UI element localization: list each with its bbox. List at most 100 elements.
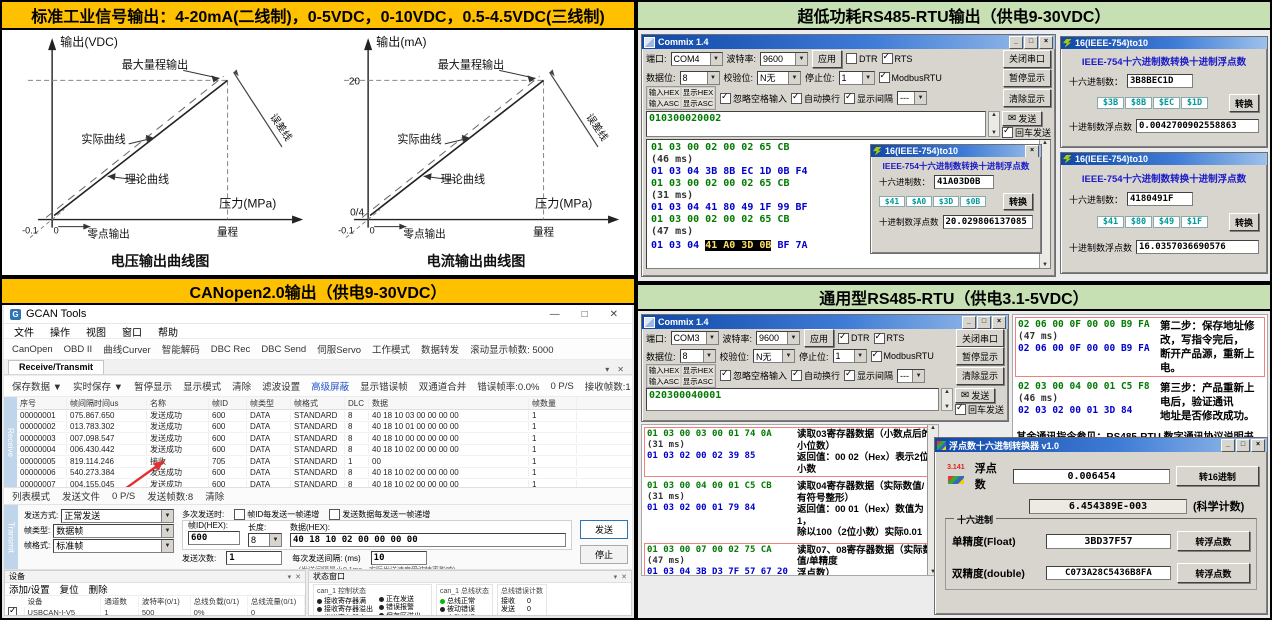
toolbar-button[interactable]: 工作模式 — [372, 342, 410, 356]
dec-output[interactable]: 0.0042700902558863 — [1136, 119, 1259, 133]
chevron-down-icon[interactable]: ▼ — [795, 53, 807, 65]
double-precision-input[interactable]: C073A28C5436B8FA — [1046, 566, 1171, 580]
apply-button[interactable]: 应用 — [804, 329, 834, 347]
transmit-send-button[interactable]: 发送 — [580, 520, 628, 539]
single-to-float-button[interactable]: 转浮点数 — [1177, 531, 1250, 551]
col-header[interactable]: 帧类型 — [247, 398, 291, 409]
minimize-button[interactable]: _ — [962, 316, 976, 329]
col-header[interactable]: DLC — [345, 399, 369, 408]
ignore-space-checkbox[interactable]: 忽略空格输入 — [720, 92, 787, 105]
input-scrollbar[interactable]: ▲▼ — [941, 388, 953, 411]
to-hex-button[interactable]: 转16进制 — [1176, 466, 1259, 486]
databits-select[interactable]: 8▼ — [680, 71, 720, 85]
minimize-button[interactable]: _ — [1009, 36, 1023, 49]
close-button[interactable]: × — [1251, 439, 1265, 452]
checkbox-icon[interactable] — [720, 370, 731, 381]
chevron-down-icon[interactable]: ▼ — [707, 72, 719, 84]
scroll-down-icon[interactable]: ▼ — [944, 404, 950, 410]
gcan-titlebar[interactable]: G GCAN Tools — □ ✕ — [4, 305, 632, 324]
toolbar-button[interactable]: 实时保存 ▼ — [73, 379, 123, 393]
port-select[interactable]: COM4▼ — [671, 52, 723, 66]
toolbar-button[interactable]: OBD II — [64, 344, 93, 355]
close-button[interactable]: ✕ — [610, 309, 618, 320]
send-mode-select[interactable]: 正常发送▼ — [61, 509, 174, 523]
table-row[interactable]: 00000004 006.430.442 发送成功 600 DATA STAND… — [17, 445, 632, 457]
chevron-down-icon[interactable]: ▼ — [161, 510, 173, 522]
col-header[interactable]: 名称 — [147, 398, 209, 409]
hex-input[interactable]: 41A03D0B — [934, 175, 994, 189]
dtr-checkbox[interactable]: DTR — [846, 53, 878, 64]
checkbox-icon[interactable] — [791, 370, 802, 381]
minimize-button[interactable]: — — [550, 309, 560, 320]
toolbar-button[interactable]: 删除 — [89, 582, 108, 596]
commix-titlebar[interactable]: Commix 1.4 _ □ × — [642, 35, 1055, 49]
converter-titlebar[interactable]: 浮点数十六进制转换器 v1.0 _ □ × — [935, 438, 1267, 452]
transmit-side-tab[interactable]: Transmit — [4, 505, 18, 569]
interval-input[interactable]: 10 — [371, 551, 427, 565]
toolbar-button[interactable]: 添加/设置 — [9, 582, 50, 596]
converter-titlebar[interactable]: 16(IEEE-754)to10 — [1061, 153, 1267, 165]
dec-output[interactable]: 16.0357036690576 — [1136, 240, 1259, 254]
toolbar-button[interactable]: 发送文件 — [62, 489, 100, 503]
col-header[interactable]: 帧ID — [209, 398, 247, 409]
checkbox-icon[interactable] — [329, 509, 340, 520]
history-combo[interactable]: ---▼ — [897, 91, 927, 105]
tab-close-icon[interactable]: ✕ — [617, 365, 624, 374]
chevron-down-icon[interactable]: ▼ — [862, 72, 874, 84]
tab-show-asc[interactable]: 显示ASC — [681, 376, 715, 387]
pause-display-button[interactable]: 暂停显示 — [956, 347, 1004, 365]
checkbox-icon[interactable] — [846, 53, 857, 64]
col-header[interactable]: 帧格式 — [291, 398, 345, 409]
parity-select[interactable]: N无▼ — [757, 71, 801, 85]
parity-select[interactable]: N无▼ — [753, 349, 795, 363]
cr-send-checkbox[interactable]: 回车发送 — [955, 403, 1004, 416]
maximize-button[interactable]: □ — [1236, 439, 1250, 452]
hex-asc-tabs[interactable]: 输入HEX 显示HEX 输入ASC 显示ASC — [646, 86, 716, 110]
stopbits-select[interactable]: 1▼ — [839, 71, 875, 85]
toolbar-button[interactable]: 数据转发 — [421, 342, 459, 356]
show-gap-checkbox[interactable]: 显示间隔 — [844, 92, 893, 105]
table-row[interactable]: 00000005 819.114.246 接收 705 DATA STANDAR… — [17, 456, 632, 468]
chevron-down-icon[interactable]: ▼ — [914, 92, 926, 104]
databits-select[interactable]: 8▼ — [680, 349, 716, 363]
checkbox-icon[interactable] — [1002, 127, 1013, 138]
tab-input-hex[interactable]: 输入HEX — [647, 87, 681, 98]
toolbar-button[interactable]: 清除 — [232, 379, 251, 393]
checkbox-icon[interactable] — [838, 333, 849, 344]
close-icon[interactable]: ✕ — [621, 573, 627, 581]
menu-item[interactable]: 文件 — [14, 324, 34, 339]
checkbox-icon[interactable] — [844, 93, 855, 104]
checkbox-icon[interactable] — [234, 509, 245, 520]
menu-item[interactable]: 帮助 — [158, 324, 178, 339]
tab-input-asc[interactable]: 输入ASC — [647, 376, 681, 387]
close-button[interactable]: × — [1039, 36, 1053, 49]
toolbar-button[interactable]: 智能解码 — [162, 342, 200, 356]
toolbar-button[interactable]: 错误帧率:0.0% — [477, 379, 539, 393]
table-row[interactable]: 00000001 075.867.650 发送成功 600 DATA STAND… — [17, 410, 632, 422]
tab-show-hex[interactable]: 显示HEX — [681, 365, 715, 376]
send-count-input[interactable]: 1 — [226, 551, 282, 565]
show-gap-checkbox[interactable]: 显示间隔 — [844, 369, 893, 382]
stopbits-select[interactable]: 1▼ — [833, 349, 867, 363]
history-combo[interactable]: ---▼ — [897, 369, 925, 383]
scroll-up-icon[interactable]: ▲ — [1042, 140, 1048, 146]
hex-input[interactable]: 4180491F — [1127, 192, 1193, 206]
table-row[interactable]: 00000007 004.155.045 发送成功 600 DATA STAND… — [17, 479, 632, 488]
toolbar-button[interactable]: 发送帧数:8 — [147, 489, 193, 503]
input-scrollbar[interactable]: ▲▼ — [988, 111, 1000, 137]
auto-wrap-checkbox[interactable]: 自动换行 — [791, 92, 840, 105]
converter-titlebar[interactable]: 16(IEEE-754)to10 — [1061, 37, 1267, 49]
modbus-checkbox[interactable]: ModbusRTU — [871, 351, 934, 362]
checkbox-icon[interactable] — [844, 370, 855, 381]
tab-input-hex[interactable]: 输入HEX — [647, 365, 681, 376]
receive-side-tab[interactable]: Receive — [4, 397, 17, 487]
chevron-down-icon[interactable]: ▼ — [269, 534, 281, 546]
chevron-down-icon[interactable]: ▼ — [912, 370, 924, 382]
send-button[interactable]: ✉发送 — [955, 388, 995, 403]
dec-output[interactable]: 20.029806137085 — [943, 215, 1033, 229]
converter-titlebar[interactable]: 16(IEEE-754)to10 × — [871, 145, 1041, 157]
table-row[interactable]: 00000006 540.273.384 发送成功 600 DATA STAND… — [17, 468, 632, 480]
toolbar-button[interactable]: 显示模式 — [183, 379, 221, 393]
table-row[interactable]: 00000002 013.783.302 发送成功 600 DATA STAND… — [17, 422, 632, 434]
scroll-up-icon[interactable]: ▲ — [930, 425, 936, 431]
